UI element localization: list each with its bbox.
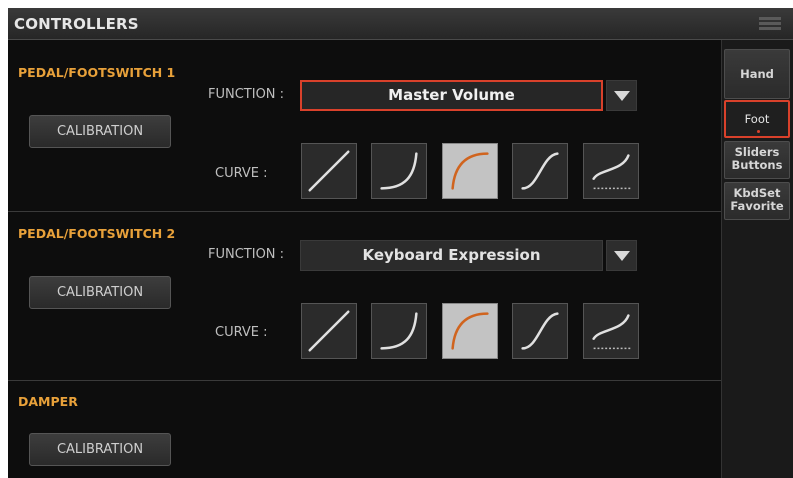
function-select[interactable]: Master Volume [300, 80, 603, 111]
linear-curve-icon[interactable] [301, 143, 357, 199]
exponential-curve-icon[interactable] [371, 303, 427, 359]
pedal-footswitch-2-section: PEDAL/FOOTSWITCH 2 CALIBRATION FUNCTION … [8, 212, 721, 380]
calibration-button[interactable]: CALIBRATION [29, 433, 171, 466]
tab-sliders-buttons[interactable]: Sliders Buttons [724, 141, 790, 179]
linear-curve-icon[interactable] [301, 303, 357, 359]
tab-label: KbdSet [733, 186, 781, 200]
section-title: PEDAL/FOOTSWITCH 2 [18, 226, 176, 241]
logarithmic-curve-icon[interactable] [442, 143, 498, 199]
function-select[interactable]: Keyboard Expression [300, 240, 603, 271]
controllers-screen: CONTROLLERS PEDAL/FOOTSWITCH 1 CALIBRATI… [8, 8, 793, 478]
function-label: FUNCTION : [208, 247, 285, 262]
tab-label: Favorite [730, 199, 784, 213]
pedal-footswitch-1-section: PEDAL/FOOTSWITCH 1 CALIBRATION FUNCTION … [8, 40, 721, 223]
s-curve-icon[interactable] [512, 143, 568, 199]
switch-curve-icon[interactable] [583, 143, 639, 199]
damper-section: DAMPER CALIBRATION [8, 381, 721, 478]
tab-label: Buttons [731, 158, 783, 172]
logarithmic-curve-icon[interactable] [442, 303, 498, 359]
title-bar: CONTROLLERS [8, 8, 793, 40]
tab-label: Hand [740, 67, 774, 81]
dropdown-arrow-icon[interactable] [606, 240, 637, 271]
switch-curve-icon[interactable] [583, 303, 639, 359]
dropdown-arrow-icon[interactable] [606, 80, 637, 111]
menu-icon[interactable] [759, 17, 781, 31]
page-title: CONTROLLERS [14, 15, 139, 33]
side-tabs: Hand Foot Sliders Buttons KbdSet Favorit… [721, 40, 793, 478]
main-panel: PEDAL/FOOTSWITCH 1 CALIBRATION FUNCTION … [8, 40, 721, 478]
function-label: FUNCTION : [208, 87, 285, 102]
tab-foot[interactable]: Foot [724, 100, 790, 138]
curve-label: CURVE : [215, 166, 268, 181]
section-title: DAMPER [18, 394, 78, 409]
active-indicator [757, 130, 760, 133]
tab-label: Sliders [734, 145, 780, 159]
tab-kbdset-favorite[interactable]: KbdSet Favorite [724, 182, 790, 220]
tab-label: Foot [744, 112, 770, 126]
curve-label: CURVE : [215, 325, 268, 340]
tab-hand[interactable]: Hand [724, 49, 790, 99]
calibration-button[interactable]: CALIBRATION [29, 115, 171, 148]
exponential-curve-icon[interactable] [371, 143, 427, 199]
calibration-button[interactable]: CALIBRATION [29, 276, 171, 309]
s-curve-icon[interactable] [512, 303, 568, 359]
section-title: PEDAL/FOOTSWITCH 1 [18, 65, 176, 80]
